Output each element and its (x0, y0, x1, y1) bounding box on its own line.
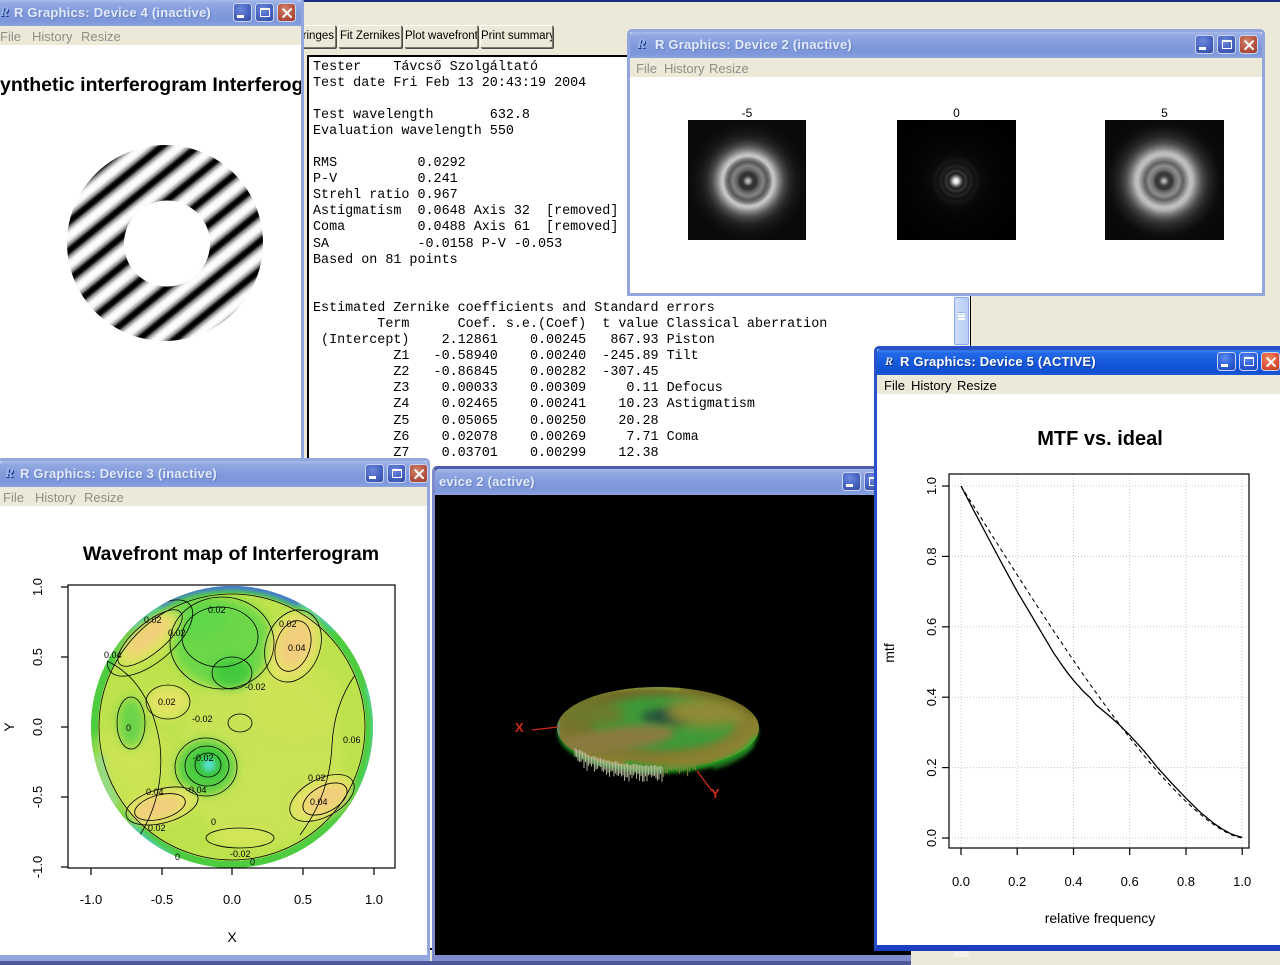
svg-text:0.02: 0.02 (279, 619, 297, 629)
svg-text:0.2: 0.2 (924, 759, 939, 777)
svg-text:Wavefront map of Interferogram: Wavefront map of Interferogram (83, 543, 379, 565)
svg-text:R: R (0, 5, 9, 19)
svg-text:0: 0 (175, 852, 180, 862)
svg-text:0.5: 0.5 (30, 648, 45, 666)
svg-text:0.6: 0.6 (1121, 874, 1139, 889)
svg-text:R: R (884, 354, 893, 368)
svg-text:0.0: 0.0 (30, 718, 45, 736)
svg-text:0.02: 0.02 (168, 628, 186, 638)
svg-text:R: R (5, 466, 14, 480)
svg-text:0.8: 0.8 (1177, 874, 1195, 889)
svg-text:0.06: 0.06 (343, 735, 361, 745)
svg-text:X: X (515, 720, 524, 735)
svg-text:1.0: 1.0 (30, 578, 45, 596)
svg-text:0: 0 (211, 817, 216, 827)
svg-text:-0.04: -0.04 (186, 785, 207, 795)
svg-text:-1.0: -1.0 (30, 856, 45, 878)
svg-text:Y: Y (711, 786, 720, 801)
svg-text:0.8: 0.8 (924, 547, 939, 565)
svg-text:0.0: 0.0 (223, 892, 241, 907)
svg-text:-0.5: -0.5 (151, 892, 173, 907)
svg-text:0.02: 0.02 (148, 823, 166, 833)
svg-text:0.0: 0.0 (952, 874, 970, 889)
svg-text:-0.02: -0.02 (193, 753, 214, 763)
svg-text:-1.0: -1.0 (80, 892, 102, 907)
svg-text:-0.02: -0.02 (245, 682, 266, 692)
svg-text:0.04: 0.04 (104, 650, 122, 660)
svg-text:0: 0 (250, 857, 255, 867)
svg-text:0.6: 0.6 (924, 618, 939, 636)
svg-text:0.02: 0.02 (308, 773, 326, 783)
svg-text:0.4: 0.4 (924, 688, 939, 706)
svg-text:relative frequency: relative frequency (1045, 910, 1156, 926)
svg-text:0.5: 0.5 (294, 892, 312, 907)
svg-text:1.0: 1.0 (365, 892, 383, 907)
svg-text:-0.02: -0.02 (230, 849, 251, 859)
svg-text:0.2: 0.2 (1008, 874, 1026, 889)
svg-text:R: R (637, 37, 646, 51)
svg-text:0.04: 0.04 (288, 643, 306, 653)
svg-text:0.02: 0.02 (208, 605, 226, 615)
svg-text:0.02: 0.02 (144, 615, 162, 625)
svg-text:X: X (227, 929, 237, 945)
svg-text:-0.02: -0.02 (192, 714, 213, 724)
svg-text:0.02: 0.02 (158, 697, 176, 707)
svg-text:0.4: 0.4 (1064, 874, 1082, 889)
svg-text:0.04: 0.04 (146, 787, 164, 797)
svg-text:0: 0 (126, 723, 131, 733)
svg-text:0.0: 0.0 (924, 829, 939, 847)
svg-text:Y: Y (1, 722, 17, 732)
svg-text:-0.5: -0.5 (30, 786, 45, 808)
svg-text:mtf: mtf (881, 643, 897, 663)
svg-text:0.04: 0.04 (310, 797, 328, 807)
svg-text:1.0: 1.0 (1233, 874, 1251, 889)
svg-text:1.0: 1.0 (924, 477, 939, 495)
svg-text:MTF vs. ideal: MTF vs. ideal (1037, 428, 1163, 450)
